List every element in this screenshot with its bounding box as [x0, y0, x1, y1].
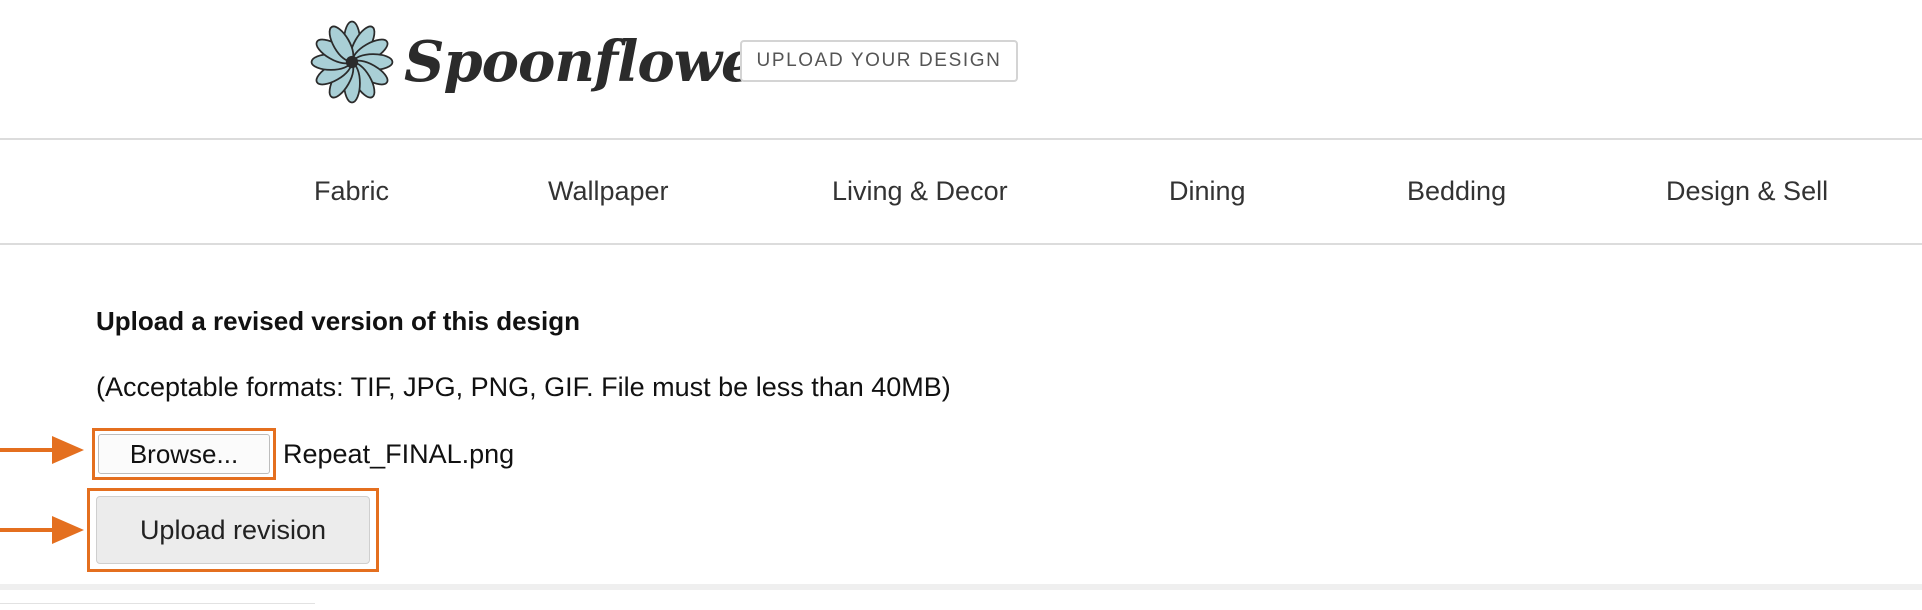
spoonflower-logo[interactable]: Spoonflower [308, 12, 785, 112]
nav-item-bedding[interactable]: Bedding [1407, 140, 1506, 243]
site-header: Spoonflower UPLOAD YOUR DESIGN [0, 0, 1922, 140]
upload-your-design-button[interactable]: UPLOAD YOUR DESIGN [740, 40, 1018, 82]
nav-item-living-decor[interactable]: Living & Decor [832, 140, 1008, 243]
upload-revision-button[interactable]: Upload revision [96, 496, 370, 564]
spoonflower-flower-icon [310, 20, 394, 104]
page: Spoonflower UPLOAD YOUR DESIGN Fabric Wa… [0, 0, 1922, 610]
selected-file-name: Repeat_FINAL.png [283, 438, 515, 469]
footer-tab-edge [0, 603, 315, 610]
footer-divider [0, 584, 1922, 590]
main-nav: Fabric Wallpaper Living & Decor Dining B… [0, 140, 1922, 245]
acceptable-formats-text: (Acceptable formats: TIF, JPG, PNG, GIF.… [96, 372, 951, 402]
upload-revision-heading: Upload a revised version of this design [96, 306, 581, 336]
browse-button[interactable]: Browse... [98, 434, 270, 474]
nav-item-dining[interactable]: Dining [1169, 140, 1246, 243]
nav-item-design-sell[interactable]: Design & Sell [1666, 140, 1828, 243]
arrow-right-icon [0, 516, 84, 544]
nav-item-fabric[interactable]: Fabric [314, 140, 389, 243]
logo-wordmark: Spoonflower [404, 29, 785, 95]
arrow-right-icon [0, 436, 84, 464]
nav-item-wallpaper[interactable]: Wallpaper [548, 140, 669, 243]
